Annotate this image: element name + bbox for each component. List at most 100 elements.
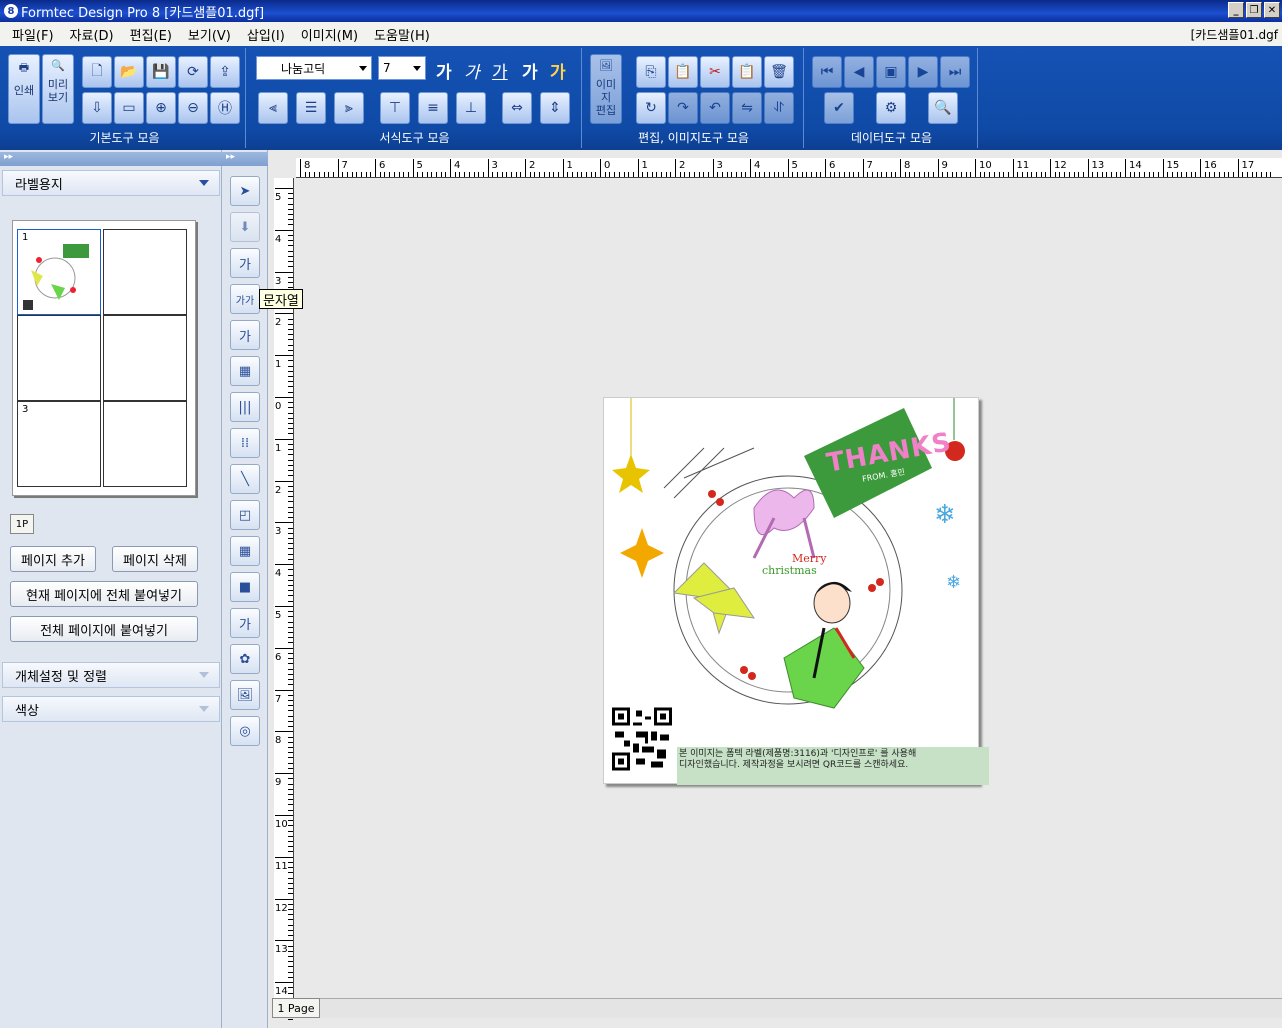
print-button[interactable]: 🖶 인쇄 (8, 54, 40, 124)
add-page-button[interactable]: 페이지 추가 (10, 546, 96, 572)
zoom-out-button[interactable]: ⊖ (178, 92, 208, 124)
left-page-tab[interactable]: 1P (10, 514, 34, 534)
bold-button[interactable]: 가 (436, 58, 452, 83)
menu-edit[interactable]: 편집(E) (124, 25, 178, 44)
align-left-button[interactable]: ⫷ (258, 92, 288, 124)
text-box-tool[interactable]: 가 (230, 248, 260, 278)
delete-button[interactable]: 🗑 (764, 56, 794, 88)
menu-insert[interactable]: 삽입(I) (241, 25, 291, 44)
horizontal-scrollbar[interactable] (320, 998, 1282, 1018)
new-button[interactable]: 🗋 (82, 56, 112, 88)
font-size-select[interactable]: 7 (378, 56, 426, 80)
font-select[interactable]: 나눔고딕 (256, 56, 372, 80)
align-center-button[interactable]: ☰ (296, 92, 326, 124)
text-style-tool[interactable]: 가 (230, 608, 260, 638)
card-caption[interactable]: 본 이미지는 폼텍 라벨(제품명:3116)과 '디자인프로' 를 사용해 디자… (677, 747, 989, 785)
toolbar-collapse[interactable]: ▸▸ (222, 152, 268, 166)
copy-button[interactable]: ⎘ (636, 56, 666, 88)
image-tool[interactable]: 🖼 (230, 680, 260, 710)
save-button[interactable]: 💾 (146, 56, 176, 88)
spacing-button[interactable]: ⇔ (502, 92, 532, 124)
shadow-button[interactable]: 가 (522, 58, 538, 83)
ruler-tick (515, 172, 517, 177)
flip-h-button[interactable]: ⇋ (732, 92, 762, 124)
redo-button[interactable]: ↷ (668, 92, 698, 124)
data-last-button[interactable]: ⏭ (940, 56, 970, 88)
folder-button[interactable]: ▭ (114, 92, 144, 124)
data-select-button[interactable]: ▣ (876, 56, 906, 88)
undo-button[interactable]: ↶ (700, 92, 730, 124)
serial-barcode-tool[interactable]: ⁞⁞ (230, 428, 260, 458)
select-tool[interactable]: ➤ (230, 176, 260, 206)
menu-help[interactable]: 도움말(H) (368, 25, 436, 44)
cut-button[interactable]: ✂ (700, 56, 730, 88)
import-object-tool[interactable]: ⬇ (230, 212, 260, 242)
export-button[interactable]: ⇪ (210, 56, 240, 88)
qr-code-tool[interactable]: ▦ (230, 356, 260, 386)
zoom-fit-button[interactable]: Ⓗ (210, 92, 240, 124)
rotate-button[interactable]: ↻ (636, 92, 666, 124)
label-cell[interactable] (103, 229, 187, 315)
picture-icon: 🖼 (236, 687, 254, 703)
page-tab[interactable]: 1 Page (272, 998, 320, 1018)
align-bottom-button[interactable]: ⊥ (456, 92, 486, 124)
audio-tool[interactable]: ◎ (230, 716, 260, 746)
data-check-button[interactable]: ✔ (824, 92, 854, 124)
data-next-button[interactable]: ▶ (908, 56, 938, 88)
italic-button[interactable]: 가 (464, 58, 480, 83)
zoom-in-button[interactable]: ⊕ (146, 92, 176, 124)
object-settings-header[interactable]: 개체설정 및 정렬 (2, 662, 220, 688)
ruler-tick (811, 172, 812, 177)
label-cell[interactable]: 3 (17, 401, 101, 487)
shape-tool[interactable]: ◰ (230, 500, 260, 530)
zoom-out-icon: ⊖ (187, 100, 199, 116)
clipart-tool[interactable]: ✿ (230, 644, 260, 674)
color-header[interactable]: 색상 (2, 696, 220, 722)
data-search-button[interactable]: 🔍 (928, 92, 958, 124)
image-edit-button[interactable]: 🖼 이미지 편집 (590, 54, 622, 124)
string-tool[interactable]: 가가 (230, 284, 260, 314)
underline-button[interactable]: 가 (492, 58, 508, 83)
align-right-button[interactable]: ⫸ (334, 92, 364, 124)
align-top-button[interactable]: ⊤ (380, 92, 410, 124)
delete-page-button[interactable]: 페이지 삭제 (112, 546, 198, 572)
ruler-tick (288, 778, 293, 780)
label-cell[interactable] (17, 315, 101, 401)
table-tool[interactable]: ▦ (230, 536, 260, 566)
refresh-button[interactable]: ⟳ (178, 56, 208, 88)
paste-all-pages-button[interactable]: 전체 페이지에 붙여넣기 (10, 616, 198, 642)
left-panel-collapse[interactable]: ▸▸ (0, 152, 222, 166)
ruler-tick (288, 543, 293, 545)
menu-view[interactable]: 보기(V) (182, 25, 237, 44)
gradient-tool[interactable]: ■ (230, 572, 260, 602)
flip-v-button[interactable]: ⥯ (764, 92, 794, 124)
paste-button[interactable]: 📋 (732, 56, 762, 88)
data-prev-button[interactable]: ◀ (844, 56, 874, 88)
data-first-button[interactable]: ⏮ (812, 56, 842, 88)
barcode-tool[interactable]: ||| (230, 392, 260, 422)
wordart-tool[interactable]: 가 (230, 320, 260, 350)
paste-special-button[interactable]: 📋 (668, 56, 698, 88)
menu-data[interactable]: 자료(D) (64, 25, 120, 44)
line-tool[interactable]: ╲ (230, 464, 260, 494)
ruler-tick (834, 172, 836, 177)
open-button[interactable]: 📂 (114, 56, 144, 88)
minimize-button[interactable]: _ (1228, 2, 1244, 18)
label-cell[interactable]: 1 (17, 229, 101, 315)
label-cell[interactable] (103, 401, 187, 487)
import-button[interactable]: ⇩ (82, 92, 112, 124)
preview-button[interactable]: 🔍 미리 보기 (42, 54, 74, 124)
line-spacing-button[interactable]: ⇕ (540, 92, 570, 124)
label-cell-number: 3 (22, 404, 29, 415)
text-color-button[interactable]: 가 (550, 58, 566, 83)
close-button[interactable]: ✕ (1264, 2, 1280, 18)
menu-image[interactable]: 이미지(M) (295, 25, 364, 44)
label-cell[interactable] (103, 315, 187, 401)
menu-file[interactable]: 파일(F) (6, 25, 60, 44)
align-middle-button[interactable]: ≡ (418, 92, 448, 124)
restore-button[interactable]: ❐ (1246, 2, 1262, 18)
data-settings-button[interactable]: ⚙ (876, 92, 906, 124)
align-left-icon: ⫷ (269, 100, 277, 116)
label-paper-header[interactable]: 라벨용지 (2, 170, 220, 196)
paste-all-current-button[interactable]: 현재 페이지에 전체 붙여넣기 (10, 581, 198, 607)
